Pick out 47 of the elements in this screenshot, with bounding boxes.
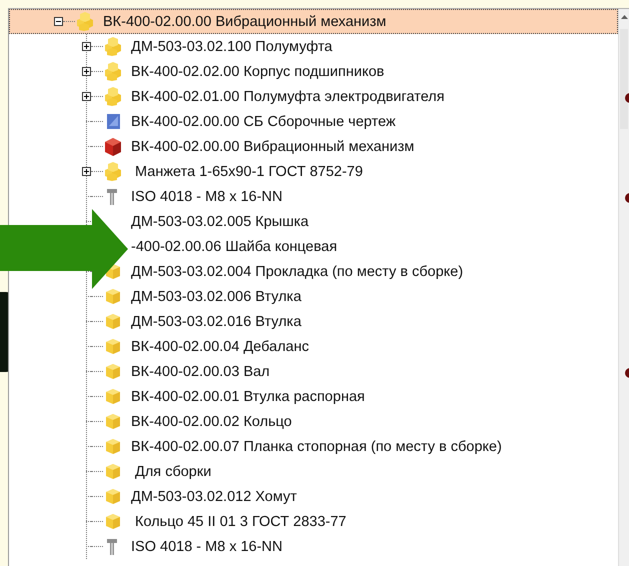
- expand-toggle[interactable]: [82, 42, 91, 51]
- scroll-up-icon[interactable]: [620, 15, 628, 19]
- cube-icon: [103, 461, 123, 482]
- tree-item-label[interactable]: ДМ-503-03.02.012 Хомут: [131, 488, 297, 504]
- tree-item-label[interactable]: ДМ-503-03.02.100 Полумуфта: [131, 38, 332, 54]
- tree-item-label[interactable]: ВК-400-02.00.00 СБ Сборочные чертеж: [131, 114, 396, 130]
- tree-item-label[interactable]: ДМ-503-03.02.004 Прокладка (по месту в сборке): [131, 264, 464, 280]
- tree-item-label[interactable]: ДМ-503-03.02.005 Крышка: [131, 214, 309, 230]
- collapse-toggle[interactable]: [54, 17, 63, 26]
- tree-item-label[interactable]: Манжета 1-65x90-1 ГОСТ 8752-79: [131, 164, 363, 180]
- tree-item-label[interactable]: ВК-400-02.02.00 Корпус подшипников: [131, 64, 384, 80]
- cube-icon: [103, 361, 123, 382]
- cubes-icon: [103, 61, 123, 82]
- cubes-icon: [103, 36, 123, 57]
- tree-item-label[interactable]: ДМ-503-03.02.016 Втулка: [131, 314, 302, 330]
- tree-item-label[interactable]: ВК-400-02.00.02 Кольцо: [131, 414, 292, 430]
- expand-toggle[interactable]: [82, 92, 91, 101]
- cube-icon: [103, 336, 123, 357]
- tree-item-label[interactable]: -400-02.00.06 Шайба концевая: [131, 238, 338, 254]
- tree-item-label[interactable]: ISO 4018 - M8 x 16-NN: [131, 538, 282, 554]
- cube-icon: [103, 411, 123, 432]
- tree-item-label[interactable]: ВК-400-02.00.00 Вибрационный механизм: [131, 138, 414, 154]
- tree-item-label[interactable]: ВК-400-02.00.01 Втулка распорная: [131, 388, 365, 404]
- tree-item-label[interactable]: ВК-400-02.01.00 Полумуфта электродвигателя: [131, 88, 444, 104]
- expand-toggle[interactable]: [82, 67, 91, 76]
- cubes-icon: [103, 86, 123, 107]
- cube-icon: [103, 436, 123, 457]
- cube-icon: [103, 511, 123, 532]
- cube-icon: [103, 286, 123, 307]
- tree-item-label[interactable]: ISO 4018 - M8 x 16-NN: [131, 188, 282, 204]
- cube-icon: [103, 486, 123, 507]
- tree-item-label[interactable]: ВК-400-02.00.07 Планка стопорная (по месту в сборке): [131, 438, 502, 454]
- tree-item-label[interactable]: Кольцо 45 II 01 3 ГОСТ 2833-77: [131, 514, 346, 530]
- scrollbar[interactable]: [618, 9, 629, 566]
- scrollbar-thumb[interactable]: [620, 29, 628, 129]
- block-icon: [103, 136, 123, 157]
- cube-icon: [103, 311, 123, 332]
- cubes-icon: [75, 11, 95, 32]
- tree-item-label[interactable]: ВК-400-02.00.04 Дебаланс: [131, 338, 309, 354]
- tree-item-label[interactable]: ВК-400-02.00.00 Вибрационный механизм: [103, 14, 386, 30]
- tree-item-label[interactable]: ДМ-503-03.02.006 Втулка: [131, 288, 302, 304]
- selected-row[interactable]: ВК-400-02.00.00 Вибрационный механизм: [9, 9, 618, 34]
- tree-item-label[interactable]: Для сборки: [131, 464, 212, 480]
- expand-toggle[interactable]: [82, 167, 91, 176]
- cubes-icon: [103, 161, 123, 182]
- cube-icon: [103, 386, 123, 407]
- tree-item-label[interactable]: ВК-400-02.00.03 Вал: [131, 364, 270, 380]
